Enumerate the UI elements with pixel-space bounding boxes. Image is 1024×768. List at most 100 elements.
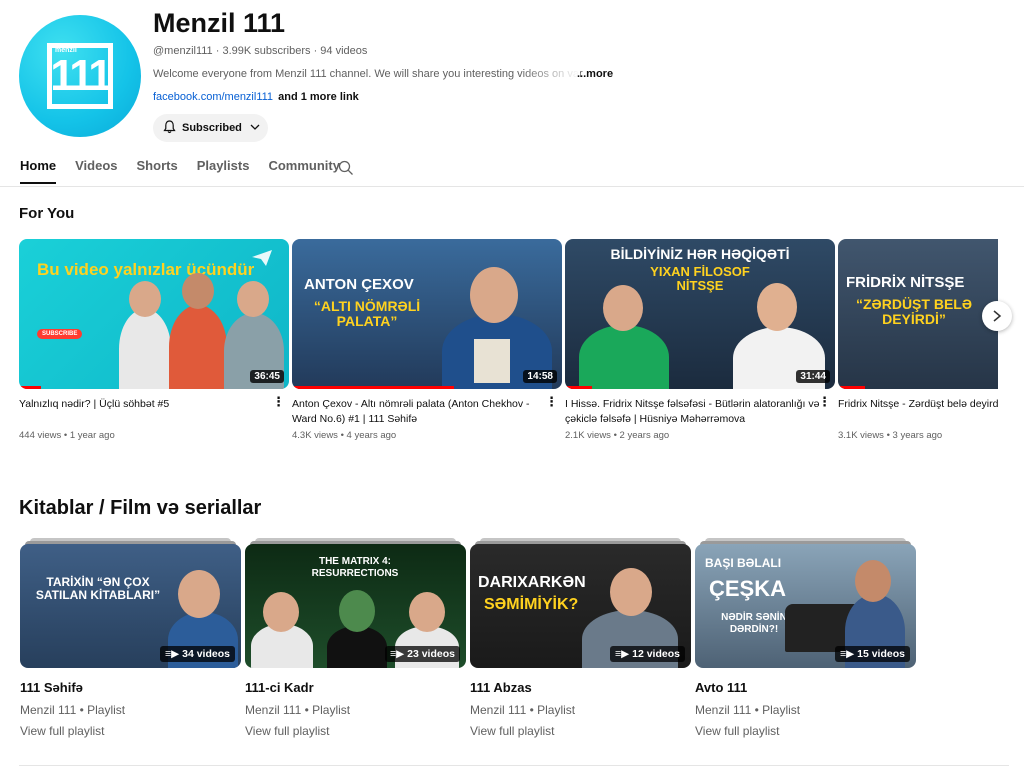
person-figure <box>327 626 387 668</box>
thumbnail-text: BAŞI BƏLALI <box>705 556 782 570</box>
subscribed-label: Subscribed <box>182 122 242 134</box>
watch-progress-bar <box>565 386 592 389</box>
person-figure <box>579 325 669 389</box>
playlist-meta: Menzil 111 • Playlist <box>245 703 351 717</box>
video-card[interactable]: Bu video yalnızlar üçündür SUBSCRIBE 36:… <box>19 239 289 441</box>
thumbnail-text: THE MATRIX 4: RESURRECTIONS <box>311 556 399 579</box>
person-head <box>603 285 643 331</box>
thumbnail-subscribe-badge: SUBSCRIBE <box>37 329 83 339</box>
channel-tabs: Home Videos Shorts Playlists Community <box>20 158 359 184</box>
playlist-title[interactable]: 111 Abzas <box>470 680 532 695</box>
channel-meta: @menzil111 · 3.99K subscribers · 94 vide… <box>153 45 368 57</box>
video-title[interactable]: Yalnızlıq nədir? | Üçlü söhbət #5 <box>19 397 274 427</box>
subscriber-count: 3.99K subscribers <box>222 45 311 57</box>
video-thumbnail[interactable]: BİLDİYİNİZ HƏR HƏQİQƏTİ YIXAN FİLOSOF Nİ… <box>565 239 835 389</box>
thumbnail-text-secondary: “ZƏRDÜŞT BELƏ DEYİRDİ” <box>856 296 972 327</box>
view-full-playlist-link[interactable]: View full playlist <box>695 724 779 738</box>
view-full-playlist-link[interactable]: View full playlist <box>470 724 554 738</box>
person-head <box>237 281 269 317</box>
playlist-thumbnail[interactable]: BAŞI BƏLALI ÇEŞKA NƏDİR SƏNİN DƏRDİN?! ≡… <box>695 544 916 668</box>
playlist-title[interactable]: 111 Səhifə <box>20 680 83 695</box>
playlist-count: 15 videos <box>857 648 905 660</box>
video-title[interactable]: Anton Çexov - Altı nömrəli palata (Anton… <box>292 397 547 427</box>
video-card[interactable]: FRİDRİX NİTSŞE “ZƏRDÜŞT BELƏ DEYİRDİ” Fr… <box>838 239 998 454</box>
video-thumbnail[interactable]: FRİDRİX NİTSŞE “ZƏRDÜŞT BELƏ DEYİRDİ” <box>838 239 998 389</box>
video-meta: 4.3K views • 4 years ago <box>292 430 397 441</box>
avatar-number: 111 <box>50 51 113 100</box>
playlist-icon: ≡▶ <box>390 648 408 660</box>
bell-icon <box>163 119 176 137</box>
tab-community[interactable]: Community <box>268 158 340 184</box>
person-head <box>178 570 220 618</box>
video-duration: 31:44 <box>796 370 830 383</box>
thumbnail-text: ANTON ÇEXOV <box>304 276 414 293</box>
video-title[interactable]: Fridrix Nitsşe - Zərdüşt belə deyirdi - … <box>838 397 998 427</box>
thumbnail-text-secondary: SƏMİMİYİK? <box>484 596 579 613</box>
playlist-title[interactable]: 111-ci Kadr <box>245 680 314 695</box>
more-links[interactable]: and 1 more link <box>278 91 359 103</box>
book-image <box>474 339 510 383</box>
thumbnail-text: Bu video yalnızlar üçündür <box>37 260 255 279</box>
video-meta: 3.1K views • 3 years ago <box>838 430 943 441</box>
tab-shorts[interactable]: Shorts <box>137 158 178 184</box>
video-duration: 36:45 <box>250 370 284 383</box>
description-more-link[interactable]: ...more <box>577 68 613 80</box>
thumbnail-text: DARIXARKƏN <box>478 574 586 591</box>
section-title-playlists: Kitablar / Film və seriallar <box>19 497 262 519</box>
bottom-divider <box>19 765 1009 766</box>
description-fade <box>520 66 580 82</box>
playlist-count: 12 videos <box>632 648 680 660</box>
channel-handle: @menzil111 <box>153 45 213 57</box>
person-figure <box>119 309 171 389</box>
playlist-icon: ≡▶ <box>840 648 858 660</box>
section-title-for-you: For You <box>19 205 75 222</box>
more-vert-icon[interactable]: ⋮ <box>818 394 831 410</box>
person-head <box>263 592 299 632</box>
facebook-link[interactable]: facebook.com/menzil111 <box>153 91 273 103</box>
person-head <box>182 273 214 309</box>
watch-progress-bar <box>292 386 454 389</box>
person-head <box>409 592 445 632</box>
playlist-icon: ≡▶ <box>615 648 633 660</box>
search-icon[interactable] <box>338 160 354 176</box>
video-card[interactable]: BİLDİYİNİZ HƏR HƏQİQƏTİ YIXAN FİLOSOF Nİ… <box>565 239 835 441</box>
person-head <box>757 283 797 331</box>
person-head <box>339 590 375 632</box>
playlist-count-badge: ≡▶ 34 videos <box>160 646 235 662</box>
thumbnail-text-secondary: ÇEŞKA <box>709 576 787 601</box>
subscribed-button[interactable]: Subscribed <box>153 114 268 142</box>
chevron-down-icon <box>250 122 260 134</box>
playlist-meta: Menzil 111 • Playlist <box>695 703 801 717</box>
playlist-icon: ≡▶ <box>165 648 183 660</box>
tab-videos[interactable]: Videos <box>75 158 117 184</box>
playlist-meta: Menzil 111 • Playlist <box>470 703 576 717</box>
tab-playlists[interactable]: Playlists <box>197 158 250 184</box>
video-meta: 2.1K views • 2 years ago <box>565 430 670 441</box>
playlist-count-badge: ≡▶ 15 videos <box>835 646 910 662</box>
view-full-playlist-link[interactable]: View full playlist <box>245 724 329 738</box>
channel-description[interactable]: Welcome everyone from Menzil 111 channel… <box>153 68 583 80</box>
playlist-thumbnail[interactable]: THE MATRIX 4: RESURRECTIONS ≡▶ 23 videos <box>245 544 466 668</box>
thumbnail-text-secondary: YIXAN FİLOSOF NİTSŞE <box>650 264 750 293</box>
tabs-divider <box>0 186 1024 187</box>
person-head <box>129 281 161 317</box>
chevron-right-icon[interactable] <box>982 301 1012 331</box>
video-thumbnail[interactable]: ANTON ÇEXOV “ALTI NÖMRƏLİ PALATA” 14:58 <box>292 239 562 389</box>
playlist-thumbnail[interactable]: TARİXİN “ƏN ÇOX SATILAN KİTABLARI” ≡▶ 34… <box>20 544 241 668</box>
thumbnail-text: BİLDİYİNİZ HƏR HƏQİQƏTİ <box>610 246 790 262</box>
playlist-count: 34 videos <box>182 648 230 660</box>
video-title[interactable]: I Hissə. Fridrix Nitsşe fəlsəfəsi - Bütl… <box>565 397 820 427</box>
video-thumbnail[interactable]: Bu video yalnızlar üçündür SUBSCRIBE 36:… <box>19 239 289 389</box>
more-vert-icon[interactable]: ⋮ <box>272 394 285 410</box>
channel-avatar[interactable]: menzil 111 <box>19 15 141 137</box>
more-vert-icon[interactable]: ⋮ <box>545 394 558 410</box>
person-head <box>610 568 652 616</box>
video-meta: 444 views • 1 year ago <box>19 430 115 441</box>
playlist-count-badge: ≡▶ 23 videos <box>385 646 460 662</box>
tab-home[interactable]: Home <box>20 158 57 184</box>
playlist-thumbnail[interactable]: DARIXARKƏN SƏMİMİYİK? ≡▶ 12 videos <box>470 544 691 668</box>
video-card[interactable]: ANTON ÇEXOV “ALTI NÖMRƏLİ PALATA” 14:58 … <box>292 239 562 441</box>
playlist-title[interactable]: Avto 111 <box>695 680 747 695</box>
person-head <box>855 560 891 602</box>
view-full-playlist-link[interactable]: View full playlist <box>20 724 104 738</box>
